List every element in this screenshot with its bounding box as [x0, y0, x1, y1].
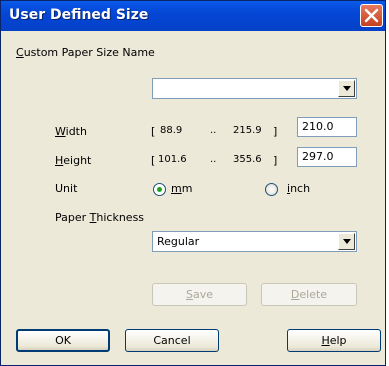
help-button[interactable]: Help	[287, 329, 381, 352]
close-icon	[364, 8, 379, 23]
height-max: 355.6	[233, 154, 262, 165]
cancel-button[interactable]: Cancel	[125, 329, 219, 352]
width-max: 215.9	[233, 125, 262, 136]
ok-button[interactable]: OK	[16, 329, 110, 352]
width-min: 88.9	[160, 125, 183, 136]
custom-paper-size-name-combo[interactable]	[152, 78, 357, 99]
paper-thickness-combo[interactable]: Regular	[152, 231, 357, 252]
paper-thickness-label: Paper Thickness	[55, 211, 145, 224]
width-input[interactable]: 210.0	[297, 117, 357, 137]
width-range-sep: ..	[210, 125, 217, 136]
dialog-title: User Defined Size	[9, 7, 149, 23]
width-label: Width	[55, 125, 87, 138]
width-value: 210.0	[302, 120, 334, 133]
width-range-open: [	[151, 125, 156, 138]
height-input[interactable]: 297.0	[297, 147, 357, 167]
height-range-open: [	[151, 154, 156, 167]
unit-mm-label[interactable]: mm	[171, 182, 192, 195]
height-value: 297.0	[302, 150, 334, 163]
delete-button[interactable]: Delete	[261, 283, 357, 306]
close-button[interactable]	[360, 4, 383, 27]
width-range-close: ]	[273, 125, 278, 138]
custom-paper-size-name-dropdown-button[interactable]	[338, 80, 355, 97]
height-min: 101.6	[158, 154, 187, 165]
chevron-down-icon	[343, 239, 351, 244]
height-range-sep: ..	[210, 154, 217, 165]
unit-mm-radio[interactable]	[153, 183, 166, 196]
height-label: Height	[55, 154, 92, 167]
paper-thickness-dropdown-button[interactable]	[338, 233, 355, 250]
custom-paper-size-name-label: Custom Paper Size Name	[16, 46, 155, 59]
height-range-close: ]	[273, 154, 278, 167]
save-button[interactable]: Save	[152, 283, 247, 306]
title-bar[interactable]: User Defined Size	[1, 1, 385, 31]
chevron-down-icon	[343, 86, 351, 91]
unit-inch-label[interactable]: inch	[287, 182, 310, 195]
paper-thickness-value: Regular	[157, 235, 200, 248]
unit-inch-radio[interactable]	[265, 183, 278, 196]
user-defined-size-dialog: User Defined Size Custom Paper Size Name…	[0, 0, 386, 366]
unit-label: Unit	[55, 182, 78, 195]
